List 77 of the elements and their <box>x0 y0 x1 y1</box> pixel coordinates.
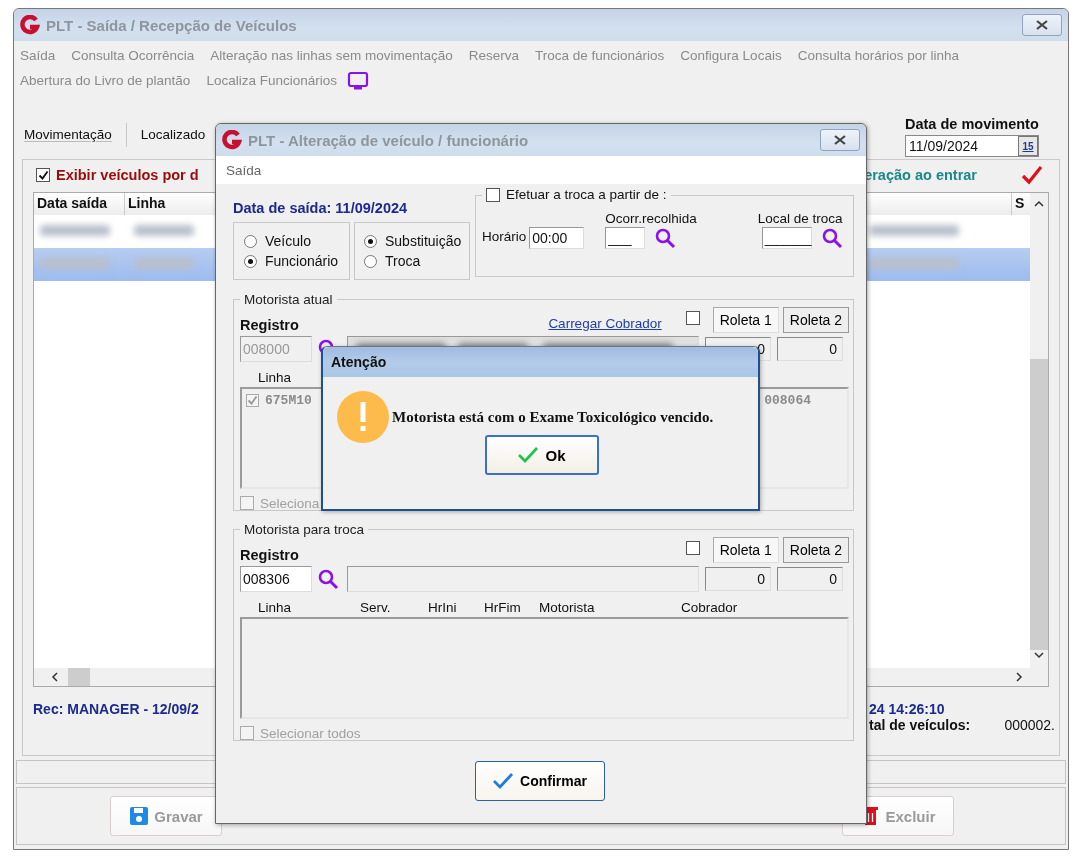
input-field[interactable]: ______ <box>761 226 812 249</box>
toggle-button[interactable]: Roleta 2 <box>782 537 849 563</box>
menu-item[interactable]: Saída <box>226 162 262 178</box>
total-value: 000002. <box>1004 717 1055 733</box>
field-label: Local de troca <box>757 210 843 226</box>
counter-field: 0 <box>705 567 771 591</box>
column-header: Serv. <box>360 600 392 615</box>
record-time: 24 14:26:10 <box>869 701 946 717</box>
list-cell: 675M10 <box>265 393 312 408</box>
column-header: Cobrador <box>681 600 738 615</box>
checkbox[interactable] <box>36 168 50 182</box>
departure-date: Data de saída: 11/09/2024 <box>233 200 409 216</box>
column-header[interactable]: S <box>1012 193 1030 215</box>
checkbox[interactable] <box>486 187 500 202</box>
group-title: Motorista para troca <box>243 522 366 537</box>
calendar-button[interactable]: 15 <box>1018 136 1038 156</box>
checkbox-label[interactable]: Efetuar a troca a partir de : <box>506 187 667 202</box>
toggle-button[interactable]: Roleta 1 <box>712 537 779 563</box>
alert-message: Motorista está com o Exame Toxicológico vencido. <box>392 408 714 426</box>
radio-button[interactable] <box>244 254 257 268</box>
scrollbar[interactable] <box>1030 193 1048 686</box>
field-label: Ocorr.recolhida <box>605 210 697 226</box>
warning-icon <box>337 391 389 443</box>
counter-field: 0 <box>777 567 843 591</box>
logo-icon <box>20 15 40 35</box>
checkbox[interactable] <box>240 726 254 740</box>
close-icon <box>833 135 847 145</box>
scrollbar-thumb[interactable] <box>68 668 90 686</box>
name-field[interactable] <box>347 566 699 592</box>
field-label: Registro <box>240 547 299 563</box>
column-header: Linha <box>258 600 293 615</box>
field-label: Registro <box>240 317 299 333</box>
registry-field[interactable]: 008306 <box>240 566 312 592</box>
counter-field: 0 <box>777 337 843 361</box>
field-label: Data de movimento <box>905 116 1039 132</box>
check-icon <box>492 772 515 790</box>
column-header: HrIni <box>428 600 458 615</box>
group-title: Motorista atual <box>243 292 334 307</box>
column-header: Linha <box>258 370 293 385</box>
check-icon <box>517 446 540 464</box>
column-header: HrFim <box>484 600 522 615</box>
chevron-up-icon <box>1033 199 1045 209</box>
chevron-right-icon <box>1014 671 1024 683</box>
search-icon <box>654 226 677 249</box>
radio-label[interactable]: Troca <box>385 253 421 269</box>
search-icon <box>820 226 843 249</box>
date-field[interactable]: 11/09/2024 15 <box>905 135 1039 157</box>
column-header[interactable]: Data saída <box>34 193 125 215</box>
field-label: Horário <box>482 228 527 244</box>
radio-button[interactable] <box>364 254 377 268</box>
time-field[interactable]: 00:00 <box>529 226 585 249</box>
radio-label[interactable]: Funcionário <box>265 253 339 269</box>
confirm-button[interactable]: Confirmar <box>474 761 605 801</box>
list-cell: 008064 <box>764 393 811 408</box>
check-icon <box>1021 165 1043 185</box>
logo-icon <box>222 130 242 150</box>
radio-label[interactable]: Veículo <box>265 233 311 249</box>
total-label: tal de veículos: <box>869 717 971 733</box>
input-field[interactable]: ___ <box>605 226 646 249</box>
ok-button[interactable]: Ok <box>484 435 599 475</box>
checkbox-label[interactable]: Exibir veículos por d <box>56 167 199 183</box>
tab[interactable]: Movimentação <box>24 123 127 147</box>
close-icon <box>1035 20 1049 30</box>
window-title: PLT - Alteração de veículo / funcionário <box>248 131 530 149</box>
record-info: Rec: MANAGER - 12/09/2 <box>33 701 199 717</box>
chevron-left-icon <box>50 671 60 683</box>
chevron-down-icon <box>1033 650 1045 660</box>
window-title: Atenção <box>330 354 387 370</box>
scrollbar-thumb[interactable] <box>1030 359 1048 650</box>
window-title: PLT - Saída / Recepção de Veículos <box>46 16 298 34</box>
radio-button[interactable] <box>364 234 377 248</box>
checkbox[interactable] <box>685 541 700 555</box>
column-header: Motorista <box>539 600 596 615</box>
radio-button[interactable] <box>244 234 257 248</box>
search-icon <box>317 568 339 590</box>
radio-label[interactable]: Substituição <box>385 233 462 249</box>
monitor-icon <box>346 70 369 91</box>
